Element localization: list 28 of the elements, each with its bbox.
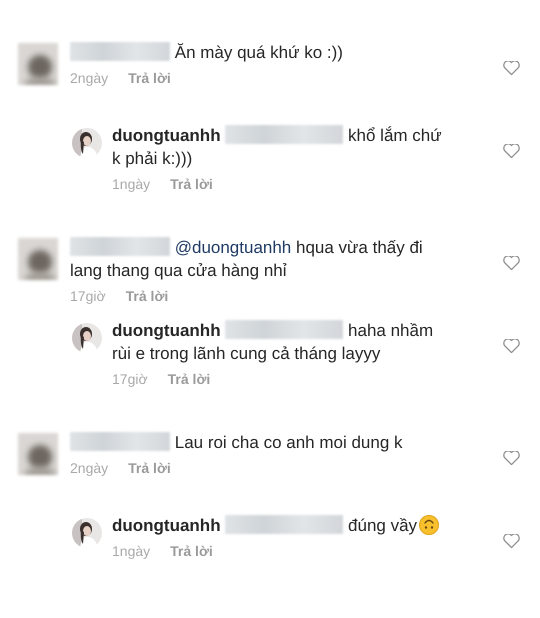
reply-button[interactable]: Trả lời	[128, 70, 171, 86]
reply-button[interactable]: Trả lời	[128, 460, 171, 476]
timestamp: 17giờ	[70, 288, 106, 304]
comment-text: Ăn mày quá khứ ko :))	[70, 41, 445, 64]
heart-icon[interactable]	[503, 451, 520, 466]
timestamp: 2ngày	[70, 70, 108, 86]
username[interactable]: duongtuanhh	[112, 321, 221, 340]
timestamp: 2ngày	[70, 460, 108, 476]
heart-icon[interactable]	[503, 339, 520, 354]
mention-link[interactable]: @duongtuanhh	[174, 238, 292, 257]
timestamp: 17giờ	[112, 371, 148, 387]
reply-button[interactable]: Trả lời	[168, 371, 210, 387]
heart-icon[interactable]	[503, 534, 520, 549]
heart-icon[interactable]	[503, 256, 520, 271]
timestamp: 1ngày	[112, 543, 150, 559]
comment-text: @duongtuanhh hqua vừa thấy đi lang thang qua cửa hàng nhỉ	[70, 236, 424, 282]
heart-icon[interactable]	[503, 144, 520, 159]
username[interactable]: duongtuanhh	[112, 516, 221, 535]
comment-text: Lau roi cha co anh moi dung k	[70, 431, 445, 454]
reply-button[interactable]: Trả lời	[170, 543, 213, 559]
comment-text: duongtuanhh haha nhầm rùi e trong lãnh cung cả tháng layyy	[112, 319, 434, 365]
timestamp: 1ngày	[112, 176, 150, 192]
username[interactable]: duongtuanhh	[112, 126, 221, 145]
reply-button[interactable]: Trả lời	[126, 288, 168, 304]
comment-text: duongtuanhh đúng vầy	[112, 514, 450, 537]
comment-text: duongtuanhh khổ lắm chứ k phải k:)))	[112, 124, 443, 170]
reply-button[interactable]: Trả lời	[170, 176, 213, 192]
heart-icon[interactable]	[503, 61, 520, 76]
